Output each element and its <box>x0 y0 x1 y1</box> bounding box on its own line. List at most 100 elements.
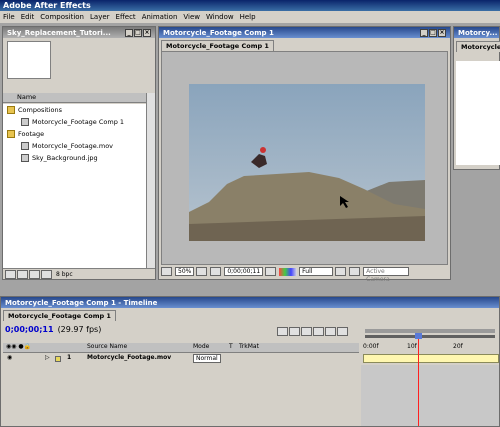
menu-item-file[interactable]: File <box>0 13 18 21</box>
right-panel-body <box>456 61 500 165</box>
av-switches-icon: ◉◉ ●🔒 <box>6 343 32 350</box>
live-update-icon[interactable] <box>289 327 300 336</box>
layer-mode-select[interactable]: Normal <box>193 354 221 363</box>
menu-item-view[interactable]: View <box>180 13 203 21</box>
timeline-window: Motorcycle_Footage Comp 1 - Timeline Mot… <box>0 296 500 427</box>
zoom-select[interactable]: 50% <box>175 267 195 276</box>
col-trkmat[interactable]: TrkMat <box>239 343 259 350</box>
timeline-title: Motorcycle_Footage Comp 1 - Timeline <box>5 298 158 307</box>
ruler-tick-20f: 20f <box>453 343 463 350</box>
project-scrollbar[interactable] <box>146 93 155 269</box>
comp-flowchart-icon[interactable] <box>277 327 288 336</box>
composition-icon <box>21 118 29 126</box>
current-time-marker[interactable] <box>415 333 422 339</box>
layer-number: 1 <box>67 354 72 361</box>
bpc-label[interactable]: 8 bpc <box>56 271 73 278</box>
visibility-icon[interactable]: ◉ <box>7 354 12 361</box>
timeline-ruler[interactable]: 0:00f 10f 20f <box>361 327 499 351</box>
footage-icon <box>21 142 29 150</box>
menu-bar: File Edit Composition Layer Effect Animation V… <box>0 11 500 23</box>
folder-icon <box>7 130 15 138</box>
find-icon[interactable] <box>5 269 16 279</box>
col-source-name[interactable]: Source Name <box>87 343 127 350</box>
app-title-bar: Adobe After Effects <box>0 0 500 11</box>
frame-blending-icon[interactable] <box>325 327 336 336</box>
list-item[interactable]: Motorcycle_Footage Comp 1 <box>3 116 147 128</box>
close-icon[interactable]: × <box>438 28 446 37</box>
camera-select[interactable]: Active Camera <box>363 267 410 283</box>
expand-arrow-icon[interactable]: ▷ <box>45 354 50 361</box>
roi-icon[interactable] <box>335 267 347 276</box>
camera-icon[interactable] <box>265 267 277 276</box>
list-item-label: Motorcycle_Footage Comp 1 <box>32 118 125 126</box>
menu-item-effect[interactable]: Effect <box>113 13 139 21</box>
time-navigator[interactable] <box>365 335 495 338</box>
new-comp-icon[interactable] <box>29 269 40 279</box>
list-item-label: Footage <box>18 130 45 138</box>
layer-name[interactable]: Motorcycle_Footage.mov <box>87 354 171 361</box>
resolution-select[interactable]: Full <box>299 267 334 276</box>
list-item-label: Motorcycle_Footage.mov <box>32 142 114 150</box>
comp-timecode[interactable]: 0;00;00;11 <box>224 267 264 276</box>
menu-item-animation[interactable]: Animation <box>139 13 181 21</box>
right-title-bar[interactable]: Motorcy... <box>454 27 499 38</box>
timeline-timecode-row: 0;00;00;11 (29.97 fps) <box>5 325 101 334</box>
work-area-bar[interactable] <box>365 329 495 333</box>
project-list: Compositions Motorcycle_Footage Comp 1 Foo… <box>3 104 147 269</box>
close-icon[interactable]: × <box>143 28 151 37</box>
minimize-icon[interactable]: _ <box>125 28 133 37</box>
ruler-tick-10f: 10f <box>407 343 417 350</box>
always-preview-icon[interactable] <box>161 267 172 276</box>
menu-item-window[interactable]: Window <box>203 13 237 21</box>
timeline-timecode[interactable]: 0;00;00;11 <box>5 325 54 334</box>
col-mode[interactable]: Mode <box>193 343 209 350</box>
footage-icon <box>21 154 29 162</box>
app-title: Adobe After Effects <box>3 1 91 10</box>
timeline-column-header: ◉◉ ●🔒 Source Name Mode T TrkMat <box>3 343 359 353</box>
color-channels-icon[interactable] <box>279 267 298 276</box>
list-item[interactable]: Footage <box>3 128 147 140</box>
timeline-track-area <box>361 365 499 426</box>
list-item[interactable]: Sky_Background.jpg <box>3 152 147 164</box>
minimize-icon[interactable]: _ <box>420 28 428 37</box>
new-folder-icon[interactable] <box>17 269 28 279</box>
timeline-title-bar[interactable]: Motorcycle_Footage Comp 1 - Timeline <box>1 297 499 308</box>
layer-duration-bar[interactable] <box>363 354 499 363</box>
trash-icon[interactable] <box>41 269 52 279</box>
list-item[interactable]: Motorcycle_Footage.mov <box>3 140 147 152</box>
motion-blur-icon[interactable] <box>313 327 324 336</box>
tab-timeline[interactable]: Motorcycle_Footage Comp 1 <box>3 310 116 321</box>
menu-item-help[interactable]: Help <box>237 13 259 21</box>
menu-item-composition[interactable]: Composition <box>37 13 87 21</box>
comp-viewer <box>161 51 448 265</box>
snapshot-icon[interactable] <box>210 267 222 276</box>
project-thumbnail <box>7 41 51 79</box>
draft-3d-icon[interactable] <box>301 327 312 336</box>
comp-title-bar[interactable]: Motorcycle_Footage Comp 1 _ □ × <box>159 27 450 38</box>
project-title: Sky_Replacement_Tutori... <box>7 28 111 37</box>
transparency-grid-icon[interactable] <box>349 267 361 276</box>
tab-right[interactable]: Motorcycle... <box>456 41 500 52</box>
menu-item-layer[interactable]: Layer <box>87 13 113 21</box>
project-column-header[interactable]: Name <box>3 93 147 103</box>
list-item[interactable]: Compositions <box>3 104 147 116</box>
project-toolbar: 8 bpc <box>3 268 155 279</box>
menu-item-edit[interactable]: Edit <box>18 13 38 21</box>
shy-icon[interactable] <box>337 327 348 336</box>
timeline-switch-buttons <box>277 327 349 336</box>
safe-zones-icon[interactable] <box>196 267 208 276</box>
layer-row[interactable]: ◉ ▷ 1 Motorcycle_Footage.mov Normal <box>3 354 359 364</box>
current-time-indicator[interactable] <box>418 339 419 426</box>
maximize-icon[interactable]: □ <box>134 28 142 37</box>
tab-comp[interactable]: Motorcycle_Footage Comp 1 <box>161 40 274 51</box>
maximize-icon[interactable]: □ <box>429 28 437 37</box>
timeline-fps: (29.97 fps) <box>57 325 102 334</box>
project-title-bar[interactable]: Sky_Replacement_Tutori... _ □ × <box>3 27 155 38</box>
comp-window: Motorcycle_Footage Comp 1 _ □ × Motorcycle… <box>158 26 451 283</box>
label-color-icon[interactable] <box>55 356 61 362</box>
col-t[interactable]: T <box>229 343 233 350</box>
comp-title: Motorcycle_Footage Comp 1 <box>163 28 274 37</box>
list-item-label: Sky_Background.jpg <box>32 154 98 162</box>
project-col-name: Name <box>17 93 37 101</box>
right-window: Motorcy... Motorcycle... <box>453 26 500 170</box>
